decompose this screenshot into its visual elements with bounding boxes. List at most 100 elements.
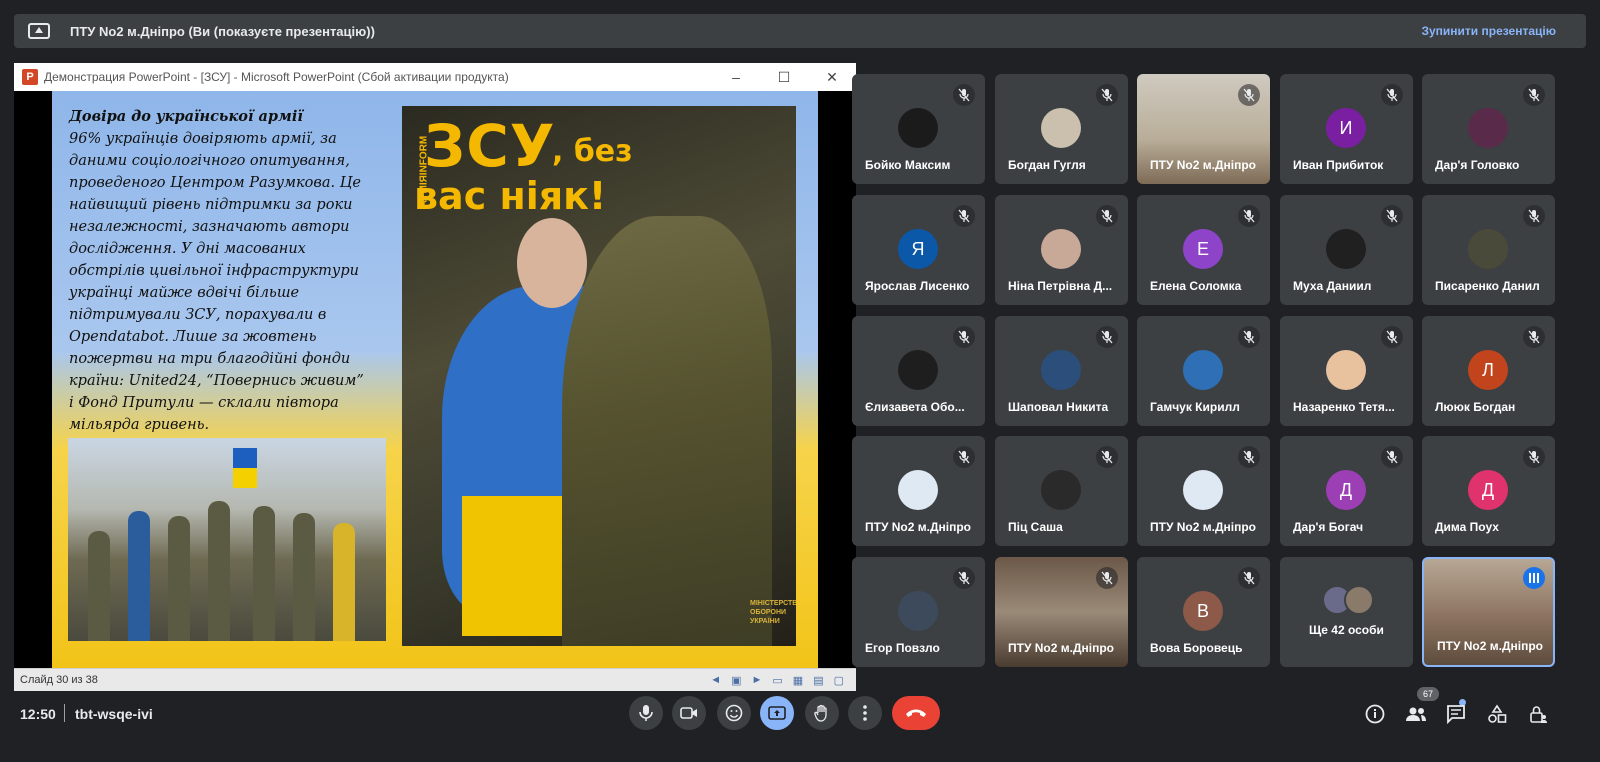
participant-tile[interactable]: Ще 42 особи (1280, 557, 1413, 667)
mic-off-icon (1096, 326, 1118, 348)
notes-icon[interactable]: ▣ (731, 674, 741, 687)
participant-tile[interactable]: Гамчук Кирилл (1137, 316, 1270, 426)
people-button[interactable] (1404, 702, 1428, 726)
chat-button[interactable] (1444, 702, 1468, 726)
mic-off-icon (1238, 205, 1260, 227)
person-shape (208, 501, 230, 641)
participant-tile[interactable]: Назаренко Тетя... (1280, 316, 1413, 426)
close-button[interactable]: ✕ (808, 69, 856, 86)
previous-slide-icon[interactable]: ◄ (710, 674, 721, 687)
normal-view-icon[interactable]: ▭ (772, 674, 782, 687)
participant-tile[interactable]: ПТУ No2 м.Дніпро (995, 557, 1128, 667)
slide-text: Довіра до української армії 96% українці… (69, 106, 369, 436)
mic-off-icon (1381, 205, 1403, 227)
participant-tile[interactable]: Л Лююк Богдан (1422, 316, 1555, 426)
raise-hand-button[interactable] (805, 696, 839, 730)
microphone-icon (639, 705, 653, 721)
participant-tile[interactable]: Єлизавета Обо... (852, 316, 985, 426)
mic-off-icon (1096, 446, 1118, 468)
participant-tile[interactable]: ПТУ No2 м.Дніпро (1137, 74, 1270, 184)
avatar (1183, 350, 1223, 390)
participant-tile[interactable]: Егор Повзло (852, 557, 985, 667)
reading-view-icon[interactable]: ▤ (813, 674, 823, 687)
clock: 12:50 (20, 706, 56, 722)
maximize-button[interactable]: ☐ (760, 69, 808, 86)
participant-tile[interactable]: В Вова Боровець (1137, 557, 1270, 667)
person-shape (168, 516, 190, 641)
person-shape (333, 523, 355, 641)
camera-button[interactable] (672, 696, 706, 730)
participant-tile[interactable]: И Иван Прибиток (1280, 74, 1413, 184)
more-options-button[interactable] (848, 696, 882, 730)
mic-off-icon (1381, 326, 1403, 348)
participant-tile[interactable]: Бойко Максим (852, 74, 985, 184)
mic-off-icon (1523, 84, 1545, 106)
info-icon (1365, 704, 1385, 724)
slideshow-view-icon[interactable]: ▢ (834, 674, 844, 687)
poster-soldier (562, 216, 772, 646)
participant-tile[interactable]: Піц Саша (995, 436, 1128, 546)
participant-name: Дар'я Богач (1293, 520, 1364, 534)
avatar (898, 350, 938, 390)
participant-tile[interactable]: Д Дима Поух (1422, 436, 1555, 546)
participant-name: Ще 42 особи (1309, 623, 1384, 637)
avatar: Я (898, 229, 938, 269)
participant-name: Дима Поух (1435, 520, 1499, 534)
participant-name: Шаповал Никита (1008, 400, 1109, 414)
crowd-photo (68, 438, 386, 641)
mic-off-icon (1381, 84, 1403, 106)
participant-name: Ярослав Лисенко (865, 279, 970, 293)
participant-tile[interactable]: Писаренко Данил (1422, 195, 1555, 305)
stop-presenting-button[interactable]: Зупинити презентацію (1421, 24, 1556, 38)
participant-tile[interactable]: Дар'я Головко (1422, 74, 1555, 184)
participant-name: ПТУ No2 м.Дніпро (1150, 158, 1257, 172)
participant-tile[interactable]: Шаповал Никита (995, 316, 1128, 426)
mic-off-icon (953, 326, 975, 348)
mic-off-icon (1238, 84, 1260, 106)
participant-name: Бойко Максим (865, 158, 951, 172)
slide-counter: Слайд 30 из 38 (20, 674, 98, 686)
next-slide-icon[interactable]: ► (751, 674, 762, 687)
mic-off-icon (1381, 446, 1403, 468)
flag-shape (233, 448, 257, 488)
activities-button[interactable] (1485, 702, 1509, 726)
poster-face (517, 218, 587, 308)
participant-tile[interactable]: ПТУ No2 м.Дніпро (1422, 557, 1555, 667)
participant-name: Назаренко Тетя... (1293, 400, 1395, 414)
participant-name: ПТУ No2 м.Дніпро (865, 520, 972, 534)
present-screen-icon (28, 23, 50, 39)
participant-tile[interactable]: Богдан Гугля (995, 74, 1128, 184)
mic-off-icon (1523, 326, 1545, 348)
avatar: Е (1183, 229, 1223, 269)
avatar (1468, 108, 1508, 148)
participant-name: ПТУ No2 м.Дніпро (1008, 641, 1115, 655)
participant-tile[interactable]: Ніна Петрівна Д... (995, 195, 1128, 305)
host-controls-button[interactable] (1526, 702, 1550, 726)
powerpoint-window-title: Демонстрация PowerPoint - [ЗСУ] - Micros… (44, 70, 509, 84)
present-now-button[interactable] (760, 696, 794, 730)
participant-tile[interactable]: Муха Даниил (1280, 195, 1413, 305)
participant-tile[interactable]: Е Елена Соломка (1137, 195, 1270, 305)
avatar (1041, 350, 1081, 390)
powerpoint-statusbar: Слайд 30 из 38 ◄ ▣ ► ▭ ▦ ▤ ▢ (14, 668, 856, 691)
avatar (898, 108, 938, 148)
microphone-button[interactable] (629, 696, 663, 730)
participant-tile[interactable]: ПТУ No2 м.Дніпро (852, 436, 985, 546)
lock-person-icon (1530, 706, 1547, 723)
minimize-button[interactable]: – (712, 69, 760, 86)
meeting-details-button[interactable] (1363, 702, 1387, 726)
leave-call-button[interactable] (892, 696, 940, 730)
more-vert-icon (863, 705, 867, 721)
participant-name: Дар'я Головко (1435, 158, 1520, 172)
participant-tile[interactable]: Я Ярослав Лисенко (852, 195, 985, 305)
avatar (1183, 470, 1223, 510)
sorter-view-icon[interactable]: ▦ (793, 674, 803, 687)
participant-tile[interactable]: Д Дар'я Богач (1280, 436, 1413, 546)
reactions-button[interactable] (717, 696, 751, 730)
poster-title-1: ЗСУ (424, 112, 556, 180)
participant-tile[interactable]: ПТУ No2 м.Дніпро (1137, 436, 1270, 546)
participant-name: Ніна Петрівна Д... (1008, 279, 1113, 293)
hang-up-icon (906, 709, 926, 717)
participant-name: Елена Соломка (1150, 279, 1242, 293)
mic-off-icon (953, 84, 975, 106)
